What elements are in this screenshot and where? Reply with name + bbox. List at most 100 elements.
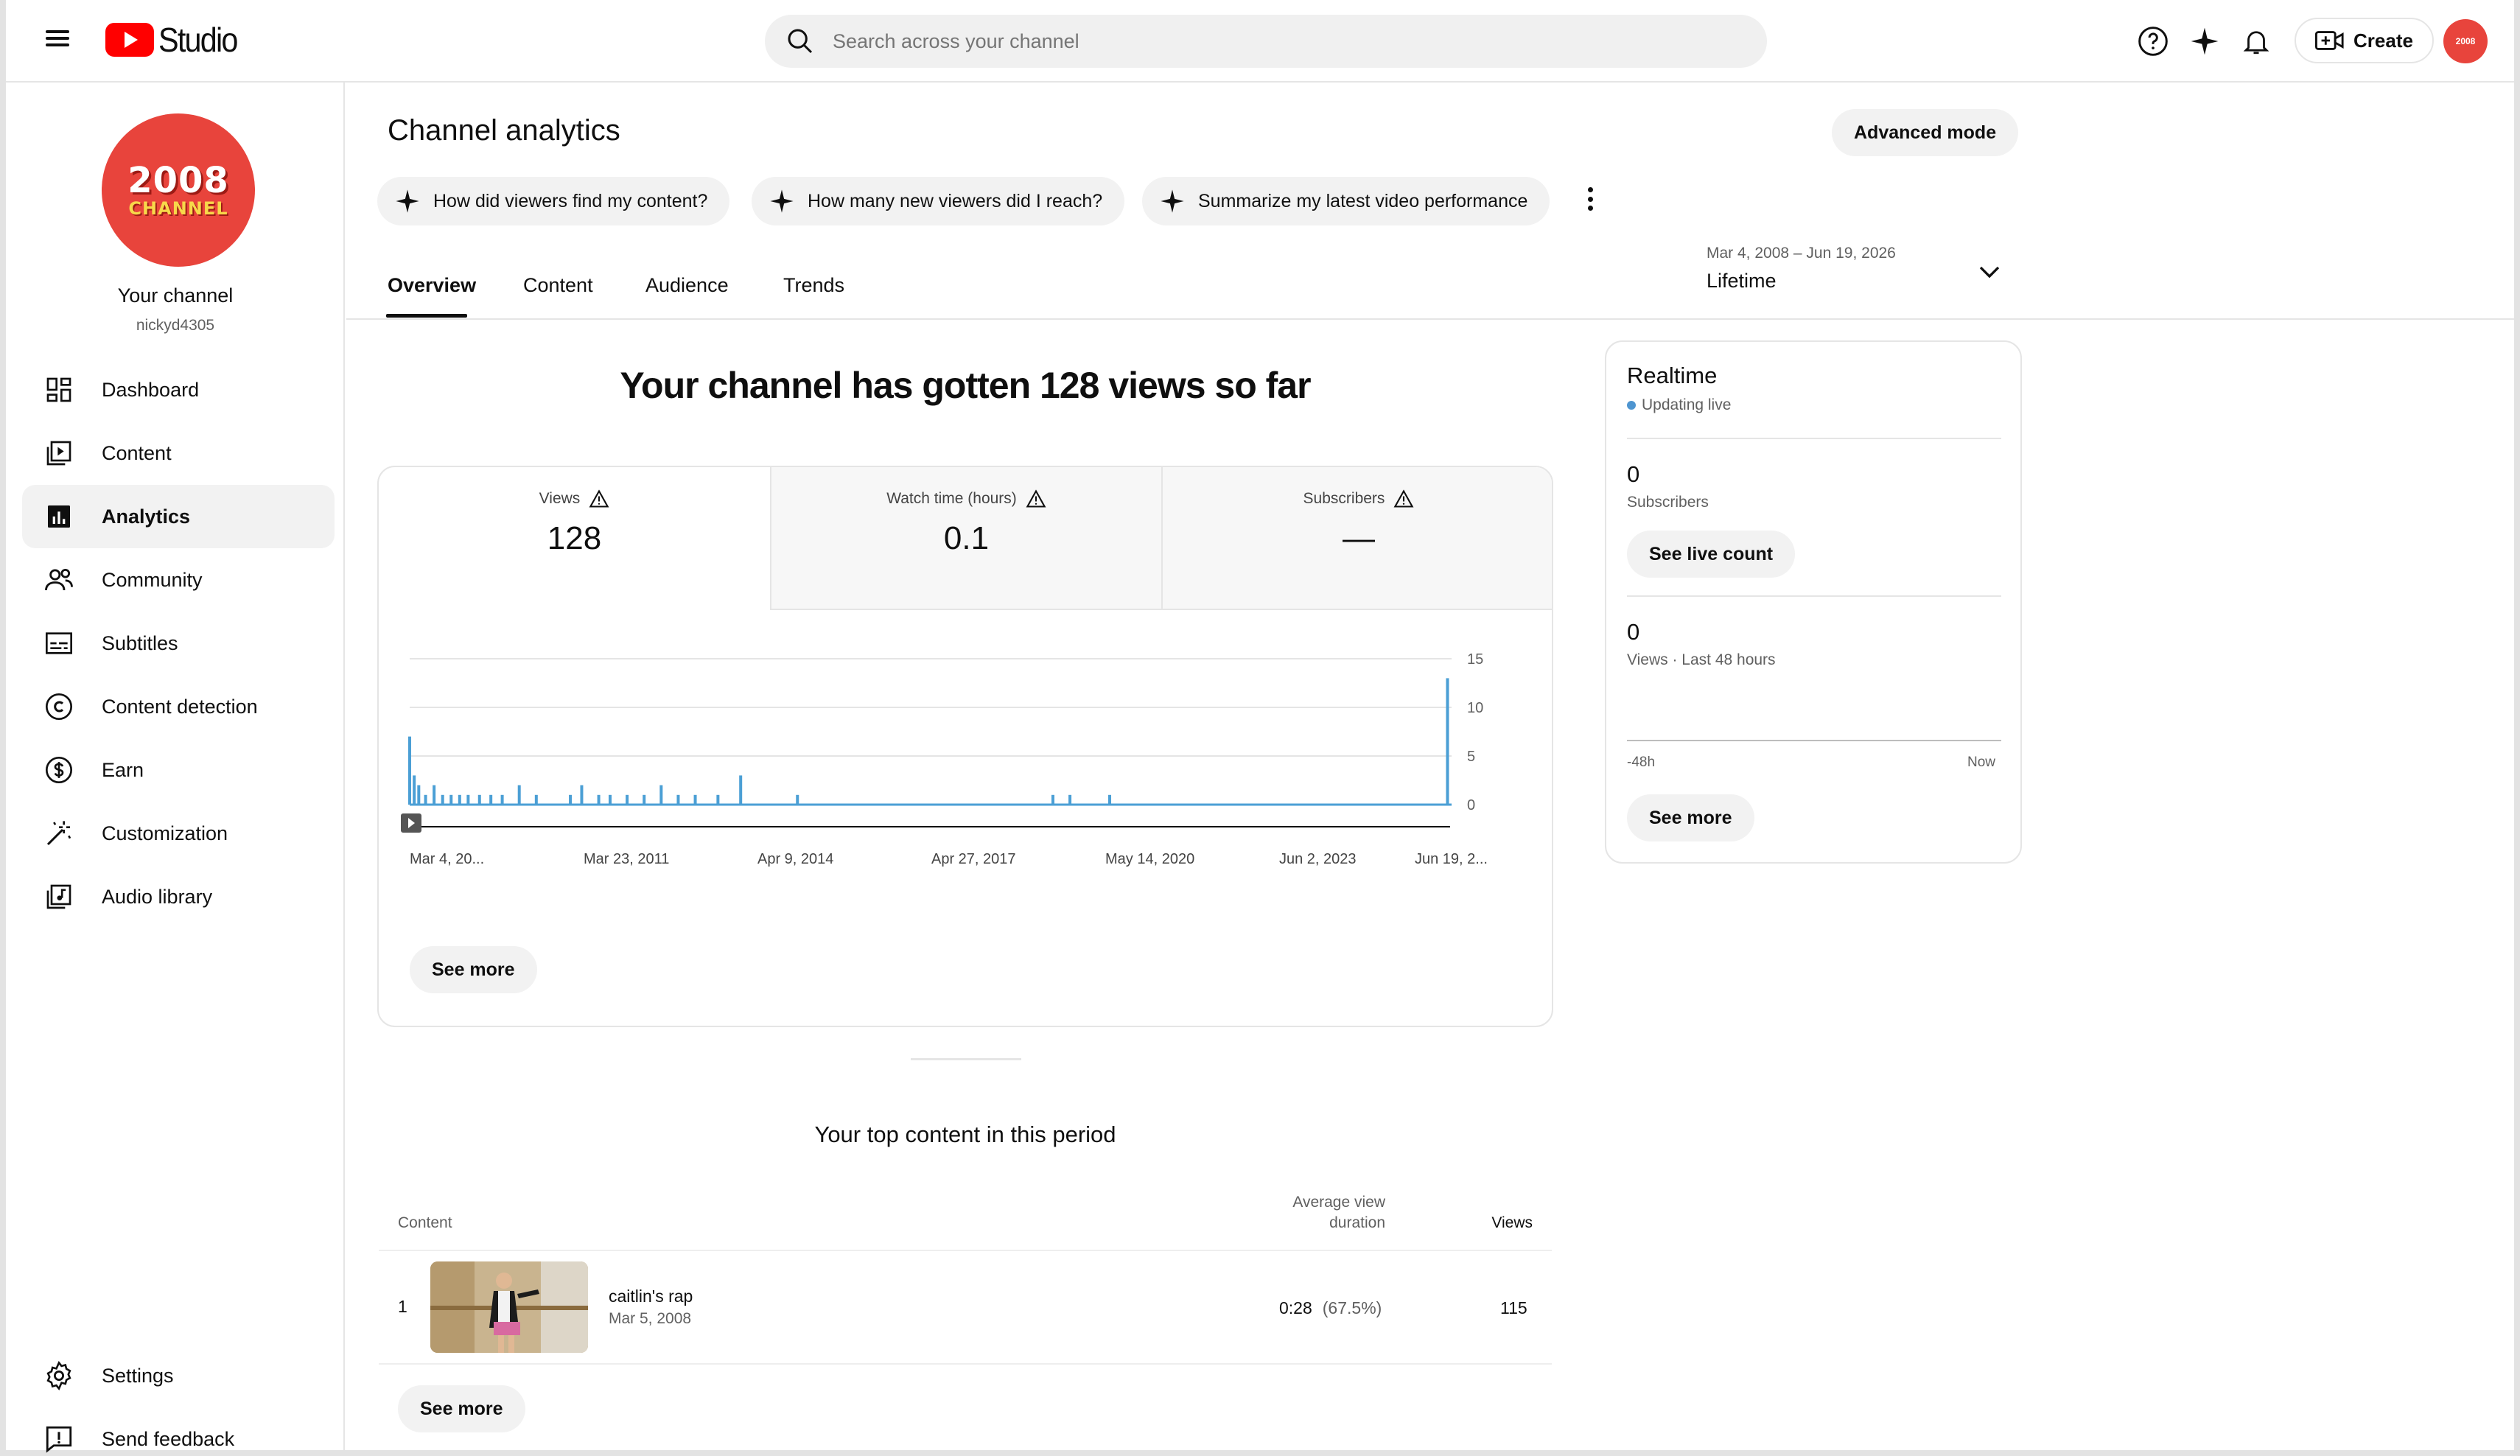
chart-bar[interactable] — [489, 794, 493, 805]
sidebar-item-label: Content detection — [102, 695, 258, 718]
chart-bar[interactable] — [433, 785, 436, 805]
sidebar-item-content[interactable]: Content — [22, 421, 335, 485]
create-button[interactable]: Create — [2295, 18, 2434, 63]
chart-bar[interactable] — [580, 785, 584, 805]
chart-bar[interactable] — [608, 794, 612, 805]
chart-bar[interactable] — [466, 794, 470, 805]
menu-icon[interactable] — [43, 27, 72, 56]
chart-bar[interactable] — [424, 794, 427, 805]
chevron-down-icon[interactable] — [1976, 261, 2003, 283]
sidebar-item-community[interactable]: Community — [22, 548, 335, 612]
realtime-subscribers-value: 0 — [1627, 461, 1640, 487]
see-live-count-button[interactable]: See live count — [1627, 531, 1796, 578]
more-options-icon[interactable] — [1581, 184, 1599, 214]
content-icon — [43, 437, 75, 469]
chart-bar[interactable] — [458, 794, 461, 805]
sidebar-item-label: Send feedback — [102, 1427, 235, 1450]
y-tick-label: 10 — [1467, 700, 1483, 716]
metric-tab-views[interactable]: Views 128 — [379, 467, 770, 610]
date-range-text[interactable]: Mar 4, 2008 – Jun 19, 2026 — [1707, 245, 1896, 262]
realtime-divider — [1627, 595, 2001, 597]
column-header-avd-line2[interactable]: duration — [1289, 1214, 1385, 1232]
chart-bar[interactable] — [676, 794, 680, 805]
audio-library-icon — [43, 881, 75, 913]
chip-label: Summarize my latest video performance — [1198, 190, 1528, 211]
sidebar-item-dashboard[interactable]: Dashboard — [22, 358, 335, 421]
chart-bar[interactable] — [1108, 794, 1112, 805]
chart-bar[interactable] — [477, 794, 481, 805]
x-tick-label: Apr 27, 2017 — [931, 851, 1016, 867]
chart-bar[interactable] — [1446, 678, 1449, 805]
suggestion-chip-discovery[interactable]: How did viewers find my content? — [377, 177, 730, 225]
chart-see-more-button[interactable]: See more — [410, 946, 537, 993]
chart-bar[interactable] — [569, 794, 573, 805]
notifications-icon[interactable] — [2237, 22, 2275, 60]
chart-bar[interactable] — [517, 785, 521, 805]
x-tick-label: Mar 23, 2011 — [584, 851, 669, 867]
chart-bar[interactable] — [796, 794, 799, 805]
video-title[interactable]: caitlin's rap — [609, 1287, 693, 1306]
tab-overview[interactable]: Overview — [388, 274, 476, 297]
metric-tab-subscribers[interactable]: Subscribers — — [1161, 467, 1552, 610]
sidebar-item-settings[interactable]: Settings — [22, 1344, 335, 1407]
x-tick-label: Apr 9, 2014 — [757, 851, 833, 867]
channel-avatar[interactable]: 2008 CHANNEL — [102, 113, 255, 267]
help-icon[interactable] — [2134, 22, 2172, 60]
suggestion-chip-new-viewers[interactable]: How many new viewers did I reach? — [752, 177, 1125, 225]
warning-icon[interactable] — [589, 489, 609, 508]
chart-bar[interactable] — [597, 794, 601, 805]
chart-bar[interactable] — [643, 794, 646, 805]
chart-bar[interactable] — [626, 794, 629, 805]
warning-icon[interactable] — [1026, 489, 1046, 508]
column-header-views[interactable]: Views — [1481, 1214, 1533, 1232]
realtime-see-more-button[interactable]: See more — [1627, 794, 1754, 841]
sidebar-item-label: Subtitles — [102, 631, 178, 654]
sparkle-icon[interactable] — [2185, 22, 2224, 60]
sidebar-item-send-feedback[interactable]: Send feedback — [22, 1407, 335, 1456]
chart-bar[interactable] — [739, 775, 743, 805]
views-headline: Your channel has gotten 128 views so far — [620, 365, 1311, 406]
sidebar-item-content-detection[interactable]: Content detection — [22, 675, 335, 738]
tab-trends[interactable]: Trends — [783, 274, 844, 297]
top-content-title: Your top content in this period — [814, 1121, 1116, 1147]
chart-bar[interactable] — [1051, 794, 1054, 805]
column-header-avd-line1[interactable]: Average view — [1289, 1194, 1385, 1211]
sparkle-icon — [1161, 189, 1184, 213]
search-input[interactable] — [833, 29, 1643, 53]
chart-bar[interactable] — [693, 794, 697, 805]
video-views: 115 — [1500, 1298, 1527, 1317]
chart-bar[interactable] — [716, 794, 720, 805]
sidebar-item-earn[interactable]: Earn — [22, 738, 335, 802]
community-icon — [43, 564, 75, 596]
chart-bar[interactable] — [1068, 794, 1072, 805]
top-content-see-more-button[interactable]: See more — [398, 1385, 525, 1432]
dashboard-icon — [43, 374, 75, 406]
warning-icon[interactable] — [1393, 489, 1414, 508]
advanced-mode-button[interactable]: Advanced mode — [1832, 109, 2019, 156]
tabs-divider — [346, 318, 2514, 320]
sidebar-item-label: Dashboard — [102, 378, 200, 401]
account-avatar[interactable]: 2008 — [2443, 19, 2488, 63]
chart-bar[interactable] — [408, 736, 411, 805]
chart-bar[interactable] — [534, 794, 538, 805]
date-range-label[interactable]: Lifetime — [1707, 270, 1777, 293]
sidebar-item-audio-library[interactable]: Audio library — [22, 865, 335, 928]
chart-bar[interactable] — [659, 785, 663, 805]
tab-content[interactable]: Content — [523, 274, 593, 297]
video-thumbnail[interactable] — [430, 1261, 588, 1353]
suggestion-chip-summarize[interactable]: Summarize my latest video performance — [1142, 177, 1550, 225]
chart-bar[interactable] — [417, 785, 421, 805]
chart-bar[interactable] — [500, 794, 504, 805]
analytics-icon — [43, 500, 75, 533]
tab-audience[interactable]: Audience — [645, 274, 729, 297]
chart-bar[interactable] — [413, 775, 416, 805]
sidebar-item-customization[interactable]: Customization — [22, 802, 335, 865]
chart-bar[interactable] — [441, 794, 444, 805]
sidebar-item-analytics[interactable]: Analytics — [22, 485, 335, 548]
video-marker-icon[interactable] — [401, 813, 421, 833]
sidebar-item-subtitles[interactable]: Subtitles — [22, 612, 335, 675]
studio-logo[interactable]: Studio — [105, 19, 245, 60]
metric-tab-watch-time[interactable]: Watch time (hours) 0.1 — [770, 467, 1161, 610]
chart-bar[interactable] — [449, 794, 453, 805]
search-bar[interactable] — [765, 15, 1767, 68]
